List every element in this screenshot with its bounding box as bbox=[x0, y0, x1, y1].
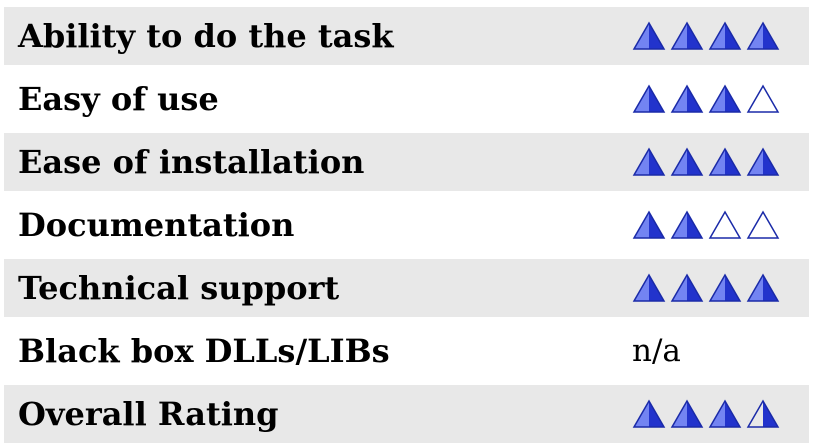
triangle-filled-icon bbox=[708, 21, 742, 50]
triangle-filled-icon bbox=[632, 84, 666, 113]
triangle-empty-icon bbox=[746, 210, 780, 239]
triangle-filled-icon bbox=[708, 84, 742, 113]
triangle-filled-icon bbox=[746, 21, 780, 50]
triangle-filled-icon bbox=[632, 21, 666, 50]
triangle-filled-icon bbox=[632, 210, 666, 239]
rating-row: Black box DLLs/LIBs n/a bbox=[4, 322, 809, 380]
triangle-filled-icon bbox=[670, 399, 704, 428]
rating-row: Technical support bbox=[4, 259, 809, 317]
rating-icons bbox=[632, 147, 780, 177]
triangle-empty-icon bbox=[746, 84, 780, 113]
rating-icons bbox=[632, 210, 780, 240]
row-label: Ability to do the task bbox=[18, 17, 394, 55]
triangle-filled-icon bbox=[708, 399, 742, 428]
triangle-empty-icon bbox=[708, 210, 742, 239]
triangle-filled-icon bbox=[670, 84, 704, 113]
triangle-filled-icon bbox=[746, 147, 780, 176]
rating-row: Ability to do the task bbox=[4, 7, 809, 65]
rating-icons bbox=[632, 399, 780, 429]
rating-row: Easy of use bbox=[4, 70, 809, 128]
row-label: Documentation bbox=[18, 206, 295, 244]
rating-row: Documentation bbox=[4, 196, 809, 254]
triangle-filled-icon bbox=[632, 399, 666, 428]
row-label: Black box DLLs/LIBs bbox=[18, 332, 390, 370]
row-label: Overall Rating bbox=[18, 395, 279, 433]
rating-icons bbox=[632, 273, 780, 303]
rating-row: Overall Rating bbox=[4, 385, 809, 443]
ratings-table: Ability to do the task Easy of use Ease … bbox=[4, 7, 809, 448]
triangle-filled-icon bbox=[670, 147, 704, 176]
triangle-filled-icon bbox=[670, 21, 704, 50]
rating-value-text: n/a bbox=[632, 333, 681, 369]
triangle-filled-icon bbox=[746, 273, 780, 302]
rating-row: Ease of installation bbox=[4, 133, 809, 191]
rating-icons bbox=[632, 84, 780, 114]
triangle-filled-icon bbox=[708, 273, 742, 302]
triangle-filled-icon bbox=[632, 273, 666, 302]
rating-icons bbox=[632, 21, 780, 51]
row-label: Ease of installation bbox=[18, 143, 365, 181]
row-label: Technical support bbox=[18, 269, 340, 307]
triangle-filled-icon bbox=[670, 273, 704, 302]
row-label: Easy of use bbox=[18, 80, 219, 118]
triangle-filled-icon bbox=[632, 147, 666, 176]
triangle-filled-icon bbox=[670, 210, 704, 239]
triangle-filled-icon bbox=[708, 147, 742, 176]
triangle-half-icon bbox=[746, 399, 780, 428]
